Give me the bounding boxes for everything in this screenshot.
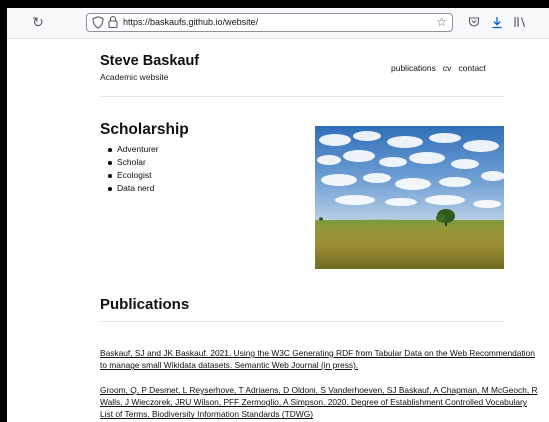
pocket-icon[interactable] [467,13,481,31]
reload-icon[interactable]: ↻ [31,13,45,31]
site-title[interactable]: Steve Baskauf [100,53,199,69]
list-item: Ecologist [107,169,159,182]
publications-heading: Publications [100,296,190,313]
publications-divider [100,321,504,322]
header-divider [100,96,504,97]
list-item: Data nerd [107,182,159,195]
site-subtitle: Academic website [100,72,169,82]
nav-link-publications[interactable]: publications [391,63,436,73]
url-text[interactable]: https://baskaufs.github.io/website/ [123,17,258,27]
library-icon[interactable] [512,13,528,31]
site-nav: publications cv contact [391,63,486,73]
download-icon[interactable] [490,13,504,31]
scholarship-heading: Scholarship [100,121,189,138]
publication-link[interactable]: Baskauf, SJ and JK Baskauf. 2021. Using … [100,347,540,371]
scholarship-list: Adventurer Scholar Ecologist Data nerd [107,143,159,195]
browser-toolbar: ↻ https://baskaufs.github.io/website/ ☆ [7,8,549,39]
list-item: Adventurer [107,143,159,156]
web-page: Steve Baskauf Academic website publicati… [7,39,549,422]
lock-icon[interactable] [107,15,119,29]
url-bar[interactable]: https://baskaufs.github.io/website/ ☆ [86,13,453,32]
nav-link-contact[interactable]: contact [458,63,485,73]
browser-window: ↻ https://baskaufs.github.io/website/ ☆ [7,8,549,422]
landscape-photo [315,126,504,269]
publication-link[interactable]: Groom, Q, P Desmet, L Reyserhove, T Adri… [100,384,540,421]
nav-link-cv[interactable]: cv [443,63,452,73]
list-item: Scholar [107,156,159,169]
star-icon[interactable]: ☆ [436,15,447,29]
shield-icon[interactable] [92,16,104,29]
